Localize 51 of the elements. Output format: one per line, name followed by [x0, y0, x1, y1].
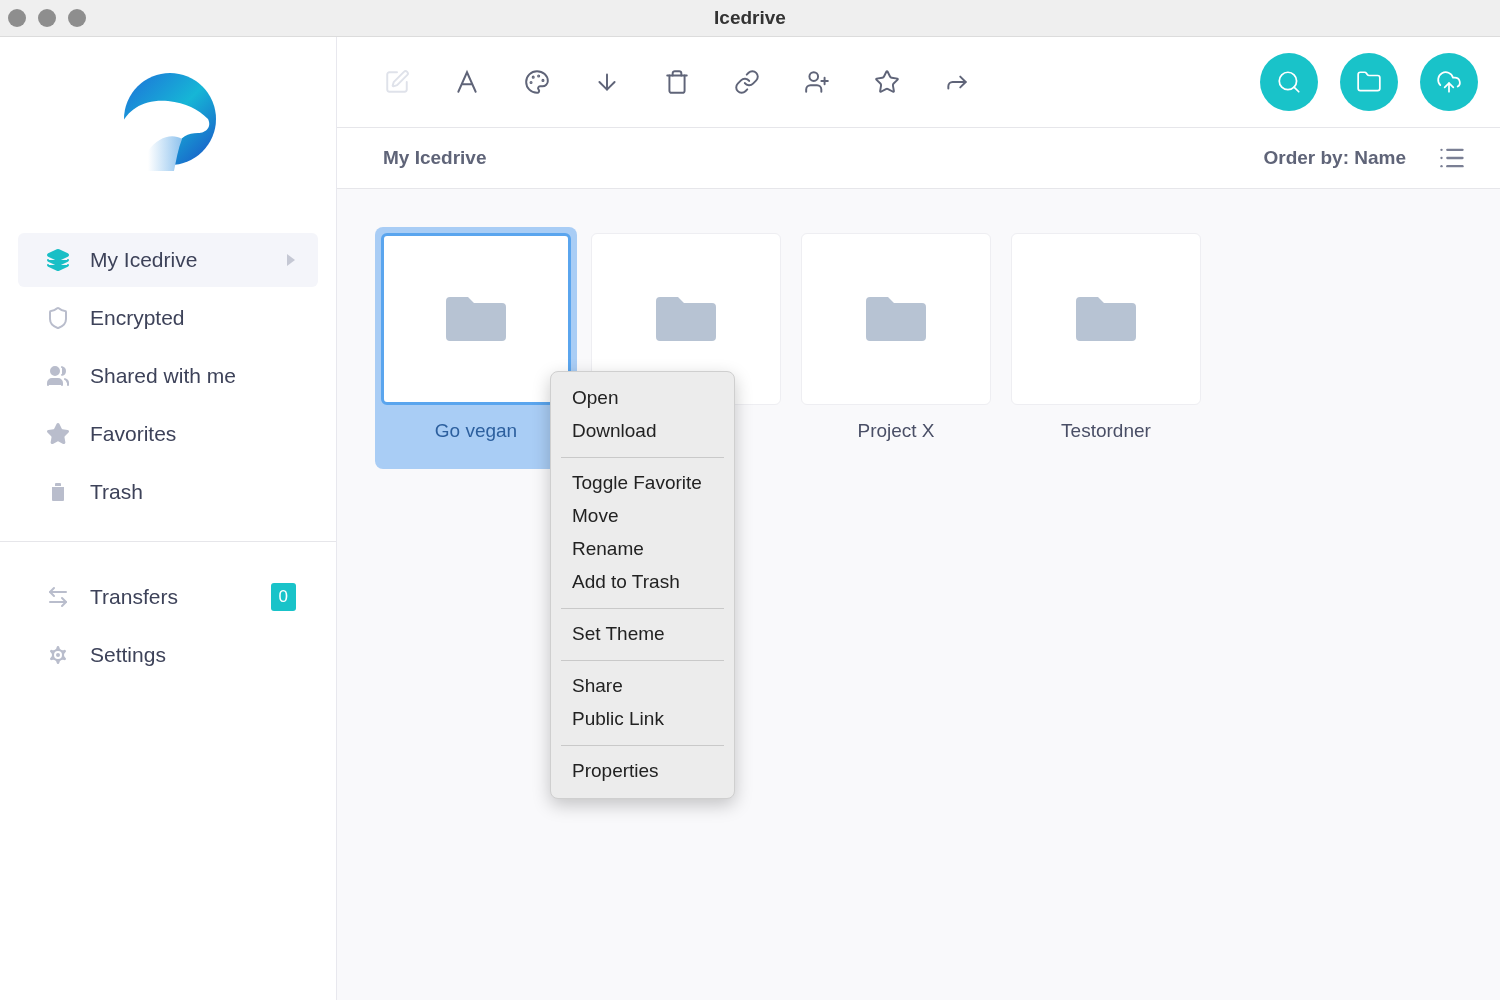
menu-item[interactable]: Public Link: [561, 703, 724, 736]
caret-icon: [286, 253, 296, 267]
sidebar-item[interactable]: Trash: [18, 465, 318, 519]
font-icon: [454, 69, 480, 95]
menu-item[interactable]: Open: [561, 382, 724, 415]
folder-name: Testordner: [1061, 419, 1151, 443]
sidebar-item[interactable]: Transfers 0: [18, 570, 318, 624]
menu-item[interactable]: Add to Trash: [561, 566, 724, 599]
search-button[interactable]: [1260, 53, 1318, 111]
new-folder-button[interactable]: [1340, 53, 1398, 111]
menu-item[interactable]: Share: [561, 670, 724, 703]
layers-icon: [46, 248, 70, 272]
menu-item[interactable]: Move: [561, 500, 724, 533]
sidebar-item[interactable]: Favorites: [18, 407, 318, 461]
folder-icon: [866, 297, 926, 341]
order-by-selector[interactable]: Order by: Name: [1263, 143, 1406, 173]
search-icon: [1276, 69, 1302, 95]
menu-item[interactable]: Properties: [561, 755, 724, 788]
folder-icon: [1356, 69, 1382, 95]
menu-item[interactable]: Toggle Favorite: [561, 467, 724, 500]
add-user-icon: [804, 69, 830, 95]
sidebar-item[interactable]: Shared with me: [18, 349, 318, 403]
folder-icon: [1076, 297, 1136, 341]
window-control[interactable]: [8, 9, 26, 27]
sidebar-item[interactable]: Settings: [18, 628, 318, 682]
folder-icon: [446, 297, 506, 341]
upload-button[interactable]: [1420, 53, 1478, 111]
sidebar-item[interactable]: My Icedrive: [18, 233, 318, 287]
edit-icon: [384, 69, 410, 95]
window-control[interactable]: [68, 9, 86, 27]
cloud-upload-icon: [1436, 69, 1462, 95]
trash-icon: [664, 69, 690, 95]
menu-item[interactable]: Set Theme: [561, 618, 724, 651]
folder-icon: [656, 297, 716, 341]
star-icon: [46, 422, 70, 446]
window-title: Icedrive: [714, 5, 786, 30]
link-icon: [734, 69, 760, 95]
transfer-arrows-icon: [46, 585, 70, 609]
palette-icon: [524, 69, 550, 95]
shield-icon: [46, 306, 70, 330]
sidebar-item[interactable]: Encrypted: [18, 291, 318, 345]
menu-item[interactable]: Download: [561, 415, 724, 448]
breadcrumb[interactable]: My Icedrive: [383, 143, 487, 173]
star-icon: [874, 69, 900, 95]
folder-name: Go vegan: [434, 419, 518, 443]
folder-thumbnail[interactable]: [381, 233, 571, 405]
count-badge: 0: [270, 583, 296, 611]
folder-name: Project X: [857, 419, 935, 443]
users-icon: [46, 364, 70, 388]
window-control[interactable]: [38, 9, 56, 27]
menu-item[interactable]: Rename: [561, 533, 724, 566]
